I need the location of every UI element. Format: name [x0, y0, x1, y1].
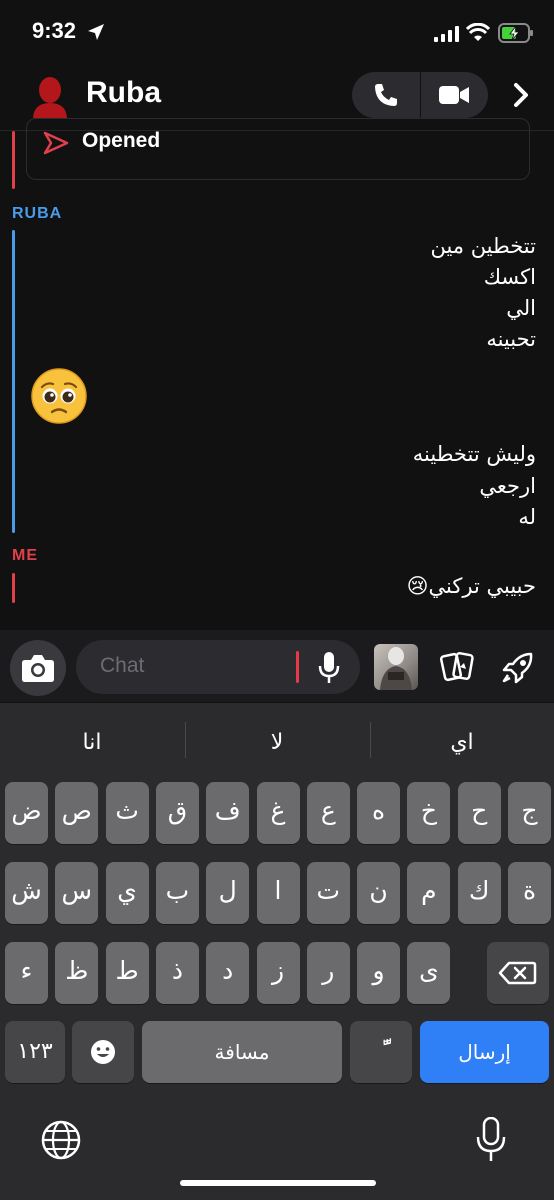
key[interactable]: ا — [256, 862, 300, 924]
dictation-microphone-icon[interactable] — [476, 1117, 506, 1163]
key[interactable]: ض — [5, 782, 48, 844]
contact-name[interactable]: Ruba — [86, 76, 161, 110]
message-text: تحبينه — [486, 327, 536, 351]
key[interactable]: ة — [508, 862, 551, 924]
key[interactable]: ل — [206, 862, 250, 924]
suggestion-1[interactable]: انا — [17, 730, 167, 755]
keyboard-row-2: شسيبلاتنمكة — [0, 862, 554, 924]
status-time: 9:32 — [32, 18, 77, 43]
key[interactable]: ص — [55, 782, 99, 844]
wifi-icon — [466, 23, 490, 41]
key[interactable]: ث — [105, 782, 149, 844]
sender-label-ruba: RUBA — [12, 205, 63, 222]
stickers-cards-icon[interactable] — [440, 649, 476, 685]
cellular-signal-icon — [434, 26, 459, 42]
call-divider — [420, 72, 421, 118]
key[interactable]: ن — [357, 862, 401, 924]
send-key[interactable]: إرسال — [420, 1021, 549, 1083]
emoji-face-icon — [91, 1040, 115, 1064]
key[interactable]: و — [357, 942, 401, 1004]
key[interactable]: ش — [5, 862, 48, 924]
diacritics-key[interactable]: ًّ — [350, 1021, 412, 1083]
microphone-icon[interactable] — [318, 651, 340, 685]
message-text: ارجعي — [479, 474, 536, 498]
location-arrow-icon — [88, 24, 104, 40]
key[interactable]: ح — [457, 782, 501, 844]
message-text: وليش تتخطينه — [412, 442, 536, 466]
backspace-key[interactable] — [487, 942, 549, 1004]
opened-label: Opened — [82, 129, 161, 152]
video-call-icon[interactable] — [438, 84, 470, 106]
key[interactable]: ز — [256, 942, 300, 1004]
message-text: له — [518, 505, 536, 529]
suggestion-2[interactable]: لا — [202, 730, 352, 755]
key[interactable]: ج — [508, 782, 551, 844]
key[interactable]: ف — [206, 782, 250, 844]
chat-input-placeholder: Chat — [100, 654, 145, 677]
phone-call-icon[interactable] — [372, 81, 400, 109]
numbers-key[interactable]: ١٢٣ — [5, 1021, 65, 1083]
ruba-message-bar — [12, 230, 15, 533]
keyboard-row-1: ضصثقفغعهخحج — [0, 782, 554, 844]
me-message-bar — [12, 573, 15, 603]
key[interactable]: ء — [5, 942, 48, 1004]
suggestion-divider — [370, 722, 371, 758]
home-indicator — [180, 1180, 376, 1186]
key[interactable]: ه — [357, 782, 401, 844]
text-caret — [296, 651, 299, 683]
bitmoji-avatar-icon[interactable] — [30, 76, 70, 118]
key[interactable]: ي — [105, 862, 149, 924]
suggestion-divider — [185, 722, 186, 758]
space-key[interactable]: مسافة — [142, 1021, 342, 1083]
key[interactable]: ق — [155, 782, 199, 844]
key[interactable]: ذ — [155, 942, 199, 1004]
memories-thumbnail[interactable] — [374, 644, 418, 690]
key[interactable]: س — [55, 862, 99, 924]
key[interactable]: ى — [407, 942, 451, 1004]
key[interactable]: غ — [256, 782, 300, 844]
emoji-key[interactable] — [72, 1021, 134, 1083]
pleading-face-emoji: 🥺 — [30, 367, 88, 425]
camera-icon — [22, 655, 54, 682]
key[interactable]: ط — [105, 942, 149, 1004]
opened-arrow-icon — [43, 131, 69, 155]
key[interactable]: ع — [306, 782, 350, 844]
message-text: الي — [506, 296, 536, 320]
backspace-icon — [498, 961, 537, 985]
battery-charging-icon — [498, 23, 533, 43]
sender-label-me: ME — [12, 547, 38, 564]
key[interactable]: ب — [155, 862, 199, 924]
key[interactable]: م — [407, 862, 451, 924]
message-text: تتخطين مين — [430, 234, 536, 258]
globe-icon[interactable] — [40, 1119, 82, 1161]
key[interactable]: ظ — [55, 942, 99, 1004]
message-text: حبيبي تركني😢 — [406, 574, 536, 598]
keyboard-row-3: ءظطذدزروى — [0, 942, 554, 1004]
key[interactable]: ر — [306, 942, 350, 1004]
key[interactable]: خ — [407, 782, 451, 844]
suggestion-3[interactable]: اي — [387, 730, 537, 755]
key[interactable]: د — [206, 942, 250, 1004]
key[interactable]: ك — [457, 862, 501, 924]
chevron-right-icon[interactable] — [512, 82, 530, 108]
key[interactable]: ت — [306, 862, 350, 924]
rocket-games-icon[interactable] — [500, 650, 536, 686]
message-text: اكسك — [483, 265, 536, 289]
me-message-bar — [12, 131, 15, 189]
